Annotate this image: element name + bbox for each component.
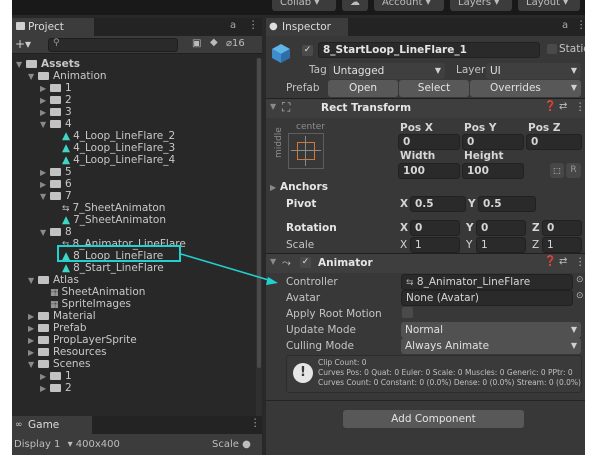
arrow-head (266, 277, 278, 285)
annotation-arrow (180, 253, 278, 285)
arrow-line (180, 253, 273, 282)
